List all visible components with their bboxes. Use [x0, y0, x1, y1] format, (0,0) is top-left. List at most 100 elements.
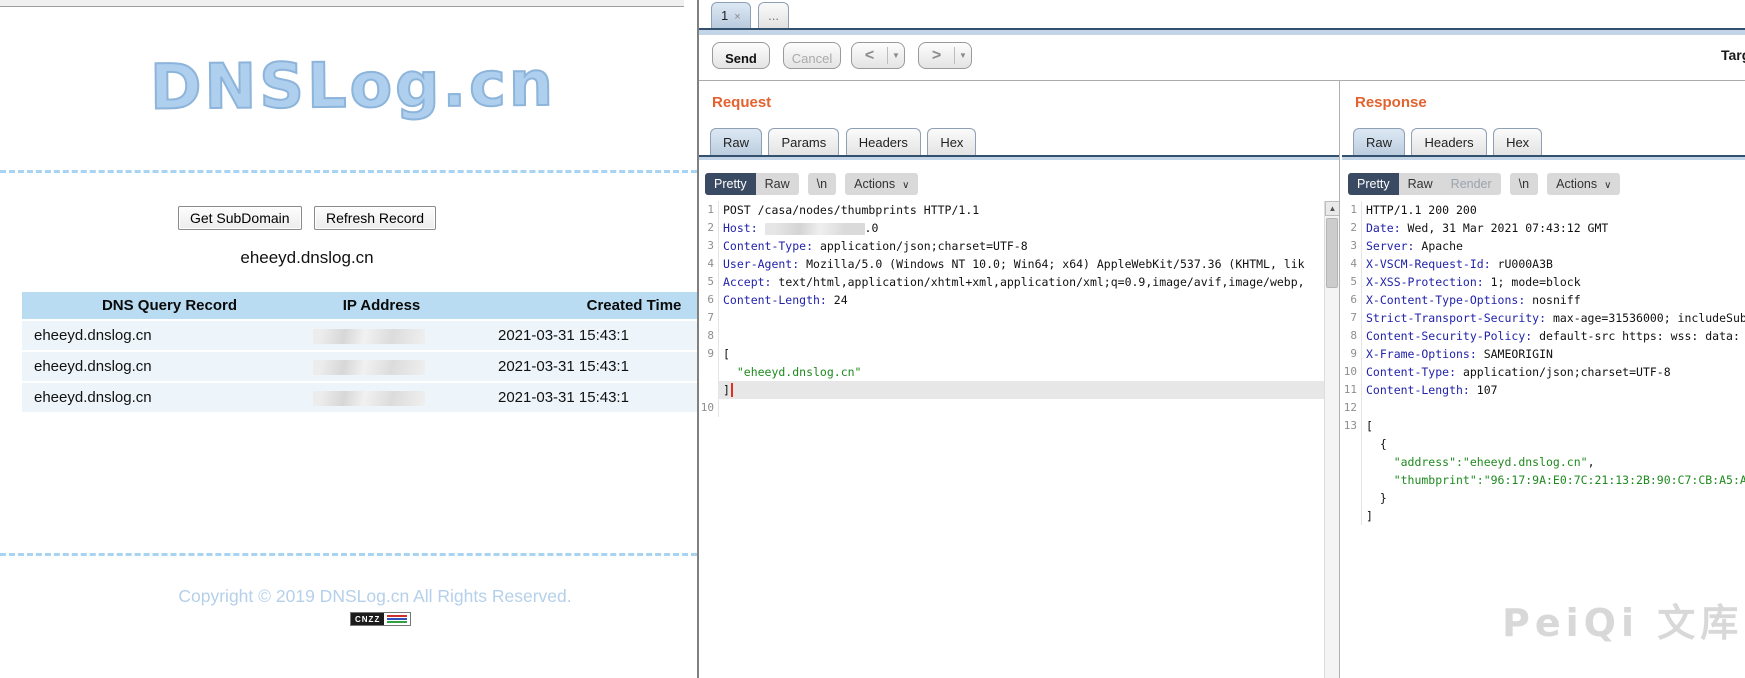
dropdown-caret-icon[interactable]: ▼ — [888, 51, 904, 60]
code-segment: 107 — [1476, 383, 1498, 397]
burp-repeater-window: 1× ... Send Cancel < ▼ > ▼ Target Reques… — [697, 0, 1745, 678]
repeater-tab-1[interactable]: 1 × — [711, 2, 751, 28]
code-segment: max-age=31536000; includeSub — [1552, 311, 1745, 325]
response-tab-headers[interactable]: Headers — [1411, 128, 1487, 155]
request-subtabs: Raw Params Headers Hex — [710, 128, 978, 155]
code-line: 4 User-Agent: Mozilla/5.0 (Windows NT 10… — [699, 255, 1324, 273]
response-actions-button[interactable]: Actions ∨ — [1547, 172, 1621, 195]
request-panel-title: Request — [712, 94, 772, 111]
created-time-cell: 2021-03-31 15:43:1 — [450, 321, 697, 350]
back-arrow-icon: < — [864, 46, 875, 64]
line-number: 3 — [1342, 237, 1362, 255]
response-panel-title: Response — [1355, 94, 1427, 111]
col-header-ip-address: IP Address — [305, 292, 450, 319]
col-header-dns-query-record: DNS Query Record — [22, 292, 305, 319]
request-editor-scrollbar[interactable]: ▲ — [1324, 201, 1339, 678]
request-view-raw-button[interactable]: Raw — [755, 172, 799, 195]
code-line: 3 Server: Apache — [1342, 237, 1745, 255]
code-segment: HTTP/1.1 200 200 — [1366, 203, 1477, 217]
code-line: 1 HTTP/1.1 200 200 — [1342, 201, 1745, 219]
code-line: 12 — [1342, 399, 1745, 417]
line-number: 5 — [1342, 273, 1362, 291]
response-tab-hex[interactable]: Hex — [1493, 128, 1543, 155]
line-number: 4 — [699, 255, 719, 273]
redacted-ip-blur — [313, 390, 425, 406]
scrollbar-up-arrow-icon[interactable]: ▲ — [1325, 201, 1339, 216]
code-segment: [ — [1366, 419, 1373, 433]
request-newline-toggle-button[interactable]: \n — [807, 172, 837, 195]
chevron-down-icon: ∨ — [1604, 179, 1612, 191]
code-text: "address":"eheeyd.dnslog.cn", — [1362, 453, 1745, 471]
line-number: 3 — [699, 237, 719, 255]
code-text: X-XSS-Protection: 1; mode=block — [1362, 273, 1745, 291]
request-editor[interactable]: 1 POST /casa/nodes/thumbprints HTTP/1.1 … — [699, 201, 1324, 678]
close-tab-icon[interactable]: × — [734, 11, 740, 23]
line-number: 6 — [699, 291, 719, 309]
response-view-raw-button[interactable]: Raw — [1398, 172, 1442, 195]
code-text: HTTP/1.1 200 200 — [1362, 201, 1745, 219]
request-tab-headers[interactable]: Headers — [845, 128, 921, 155]
code-segment: .0 — [864, 221, 879, 235]
line-number: 11 — [1342, 381, 1362, 399]
send-button[interactable]: Send — [712, 42, 770, 69]
code-line: 9 X-Frame-Options: SAMEORIGIN — [1342, 345, 1745, 363]
line-number: 4 — [1342, 255, 1362, 273]
cancel-button[interactable]: Cancel — [783, 42, 841, 69]
code-line: 3 Content-Type: application/json;charset… — [699, 237, 1324, 255]
refresh-record-button[interactable]: Refresh Record — [314, 206, 437, 230]
target-label: Target — [1721, 47, 1745, 63]
response-view-pretty-button[interactable]: Pretty — [1348, 172, 1399, 195]
table-header-row: DNS Query Record IP Address Created Time — [22, 292, 697, 319]
request-tab-params[interactable]: Params — [768, 128, 840, 155]
code-segment: { — [1366, 437, 1387, 451]
code-text: [ — [1362, 417, 1745, 435]
response-newline-toggle-button[interactable]: \n — [1509, 172, 1539, 195]
code-segment: } — [1366, 491, 1387, 505]
current-subdomain-label: eheeyd.dnslog.cn — [240, 248, 374, 267]
code-line: 10 Content-Type: application/json;charse… — [1342, 363, 1745, 381]
code-segment: Content-Length: — [723, 293, 834, 307]
code-text: "eheeyd.dnslog.cn" — [719, 363, 1324, 381]
response-panel: Response Raw Headers Hex Pretty Raw Rend… — [1342, 81, 1745, 678]
line-number — [1342, 471, 1362, 489]
code-segment: ] — [1366, 509, 1373, 523]
code-segment: X-VSCM-Request-Id: — [1366, 257, 1498, 271]
previous-request-button[interactable]: < ▼ — [851, 42, 905, 69]
request-tab-raw[interactable]: Raw — [710, 128, 763, 155]
code-segment: application/json;charset=UTF-8 — [819, 239, 1028, 253]
code-segment: Accept: — [723, 275, 779, 289]
code-line: 13 [ — [1342, 417, 1745, 435]
response-view-render-button[interactable]: Render — [1441, 172, 1501, 195]
scrollbar-thumb[interactable] — [1326, 218, 1338, 288]
code-text: Content-Type: application/json;charset=U… — [719, 237, 1324, 255]
code-segment: Content-Type: — [1366, 365, 1463, 379]
copyright-text: Copyright © 2019 DNSLog.cn All Rights Re… — [178, 586, 572, 606]
code-segment: X-XSS-Protection: — [1366, 275, 1491, 289]
repeater-tab-more[interactable]: ... — [758, 2, 789, 28]
request-view-pretty-button[interactable]: Pretty — [705, 172, 756, 195]
response-tab-raw[interactable]: Raw — [1353, 128, 1406, 155]
get-subdomain-button[interactable]: Get SubDomain — [177, 206, 302, 230]
code-segment: Apache — [1421, 239, 1463, 253]
code-line: 7 — [699, 309, 1324, 327]
line-number: 2 — [699, 219, 719, 237]
request-tab-hex[interactable]: Hex — [927, 128, 977, 155]
next-request-button[interactable]: > ▼ — [918, 42, 972, 69]
request-actions-button[interactable]: Actions ∨ — [845, 172, 919, 195]
code-text: { — [1362, 435, 1745, 453]
code-segment: User-Agent: — [723, 257, 807, 271]
col-header-created-time: Created Time — [450, 292, 697, 319]
code-line: "thumbprint":"96:17:9A:E0:7C:21:13:2B:90… — [1342, 471, 1745, 489]
tab-underline-band — [699, 28, 1745, 35]
code-line: 7 Strict-Transport-Security: max-age=315… — [1342, 309, 1745, 327]
line-number: 7 — [699, 309, 719, 327]
code-text: Content-Length: 24 — [719, 291, 1324, 309]
response-view-toggle-row: Pretty Raw Render \n Actions ∨ — [1348, 172, 1621, 195]
cnzz-badge[interactable]: CNZZ — [350, 612, 412, 626]
dropdown-caret-icon[interactable]: ▼ — [955, 51, 971, 60]
code-segment: application/json;charset=UTF-8 — [1462, 365, 1671, 379]
code-line: ] — [699, 381, 1324, 399]
code-segment: default-src https: wss: data: — [1539, 329, 1740, 343]
dns-record-cell: eheeyd.dnslog.cn — [22, 352, 305, 381]
